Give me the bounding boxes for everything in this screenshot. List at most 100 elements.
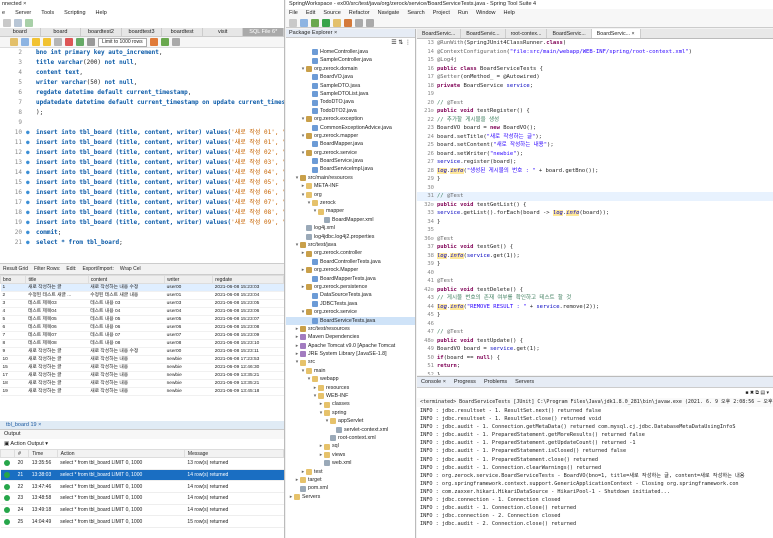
tree-item[interactable]: ▾ src/test/java bbox=[286, 241, 415, 249]
table-row[interactable]: 4 테스트 제목04 테스트 내용 04 user04 2021-06-08 15:23… bbox=[0, 307, 284, 316]
result-toolbar-item[interactable]: Export/Import: bbox=[82, 266, 113, 272]
explain-icon[interactable] bbox=[54, 38, 62, 46]
open-type-icon[interactable] bbox=[333, 18, 341, 27]
tree-item[interactable]: pom.xml bbox=[286, 484, 415, 492]
result-toolbar-item[interactable]: Wrap Cel bbox=[120, 266, 141, 272]
menu-item[interactable]: Refactor bbox=[349, 9, 370, 18]
tree-item[interactable]: ▸ Maven Dependencies bbox=[286, 333, 415, 341]
tree-item[interactable]: HomeController.java bbox=[286, 48, 415, 56]
tree-item[interactable]: ▾ org.zerock.exception bbox=[286, 115, 415, 123]
menu-item[interactable]: Scripting bbox=[64, 9, 85, 18]
table-row[interactable]: 18 새로 작성하는 글 새로 작성하는 내용 newbie 2021-06-09 13… bbox=[0, 379, 284, 388]
menu-item[interactable]: Navigate bbox=[378, 9, 400, 18]
grid-column-header[interactable]: regdate bbox=[212, 275, 284, 284]
table-row[interactable]: 25 14:04:49 select * from tbl_board LIMIT … bbox=[0, 515, 284, 529]
menu-item[interactable]: Tools bbox=[41, 9, 54, 18]
table-row[interactable]: 21 13:38:03 select * from tbl_board LIMIT … bbox=[0, 469, 284, 482]
table-row[interactable]: 10 새로 작성하는 글 새로 작성하는 내용 newbie 2021-06-08 17… bbox=[0, 355, 284, 364]
tree-item[interactable]: ▸ views bbox=[286, 451, 415, 459]
execute-icon[interactable] bbox=[32, 38, 40, 46]
rollback-icon[interactable] bbox=[87, 38, 95, 46]
menu-item[interactable]: Help bbox=[96, 9, 107, 18]
tree-item[interactable]: ▸ Servers bbox=[286, 493, 415, 501]
menu-item[interactable]: Source bbox=[323, 9, 340, 18]
menu-item[interactable]: e bbox=[2, 9, 5, 18]
tree-item[interactable]: ▾ main bbox=[286, 367, 415, 375]
tree-item[interactable]: ▾ src bbox=[286, 358, 415, 366]
tree-item[interactable]: BoardService.java bbox=[286, 157, 415, 165]
editor-tab[interactable]: BoardServic... bbox=[461, 29, 506, 38]
grid-column-header[interactable]: writer bbox=[164, 275, 214, 284]
tree-item[interactable]: ▸ Apache Tomcat v9.0 [Apache Tomcat bbox=[286, 342, 415, 350]
editor-tab[interactable]: BoardServic... bbox=[417, 29, 462, 38]
tree-item[interactable]: ▸ JRE System Library [JavaSE-1.8] bbox=[286, 350, 415, 358]
tree-item[interactable]: BoardServiceTests.java bbox=[286, 316, 415, 325]
console-tab[interactable]: Servers bbox=[515, 377, 534, 387]
tree-item[interactable]: BoardServiceImpl.java bbox=[286, 165, 415, 173]
find-icon[interactable] bbox=[160, 38, 169, 46]
tree-item[interactable]: ▸ META-INF bbox=[286, 182, 415, 190]
tree-item[interactable]: BoardVO.java bbox=[286, 73, 415, 81]
beautify-icon[interactable] bbox=[149, 38, 158, 46]
table-row[interactable]: 17 새로 작성하는 글 새로 작성하는 내용 newbie 2021-06-09 13… bbox=[0, 371, 284, 380]
menu-item[interactable]: Project bbox=[433, 9, 450, 18]
result-toolbar-item[interactable]: Filter Rows: bbox=[34, 266, 60, 272]
menu-item[interactable]: File bbox=[289, 9, 298, 18]
tree-item[interactable]: ▾ spring bbox=[286, 409, 415, 417]
table-row[interactable]: 6 테스트 제목06 테스트 내용 06 user06 2021-06-08 15:23… bbox=[0, 323, 284, 332]
tree-item[interactable]: BoardControllerTests.java bbox=[286, 258, 415, 266]
table-row[interactable]: 9 새로 작성하는 글 새로 작성하는 내용 수정 user00 2021-06-08 … bbox=[0, 347, 284, 356]
forward-icon[interactable] bbox=[366, 18, 374, 27]
editor-tab[interactable]: BoardServic... bbox=[547, 29, 592, 38]
tree-item[interactable]: TodoDTO2.java bbox=[286, 107, 415, 115]
debug-icon[interactable] bbox=[311, 18, 319, 27]
menu-item[interactable]: Server bbox=[15, 9, 31, 18]
tree-item[interactable]: ▸ src/test/resources bbox=[286, 325, 415, 333]
tree-item[interactable]: ▾ org.zerock.domain bbox=[286, 65, 415, 73]
output-select[interactable]: ▣ Action Output ▾ bbox=[0, 439, 284, 449]
console-tab[interactable]: Progress bbox=[454, 377, 476, 387]
editor-tab[interactable]: board bbox=[41, 28, 82, 36]
tree-item[interactable]: BoardMapper.xml bbox=[286, 216, 415, 224]
save-icon[interactable] bbox=[300, 18, 308, 27]
stop-icon[interactable] bbox=[65, 38, 73, 46]
tree-item[interactable]: SampleDTOList.java bbox=[286, 90, 415, 98]
table-row[interactable]: 20 13:35:56 select * from tbl_board LIMIT … bbox=[0, 457, 284, 470]
tree-item[interactable]: ▸ org.zerock.persistence bbox=[286, 283, 415, 291]
tree-item[interactable]: ▾ org bbox=[286, 191, 415, 199]
table-row[interactable]: 23 13:48:58 select * from tbl_board LIMIT … bbox=[0, 492, 284, 505]
table-row[interactable]: 15 새로 작성하는 글 새로 작성하는 내용 newbie 2021-06-09 12… bbox=[0, 363, 284, 372]
tree-item[interactable]: ▸ org.zerock.controller bbox=[286, 249, 415, 257]
table-row[interactable]: 22 13:47:46 select * from tbl_board LIMIT … bbox=[0, 480, 284, 494]
editor-tab[interactable]: board bbox=[0, 28, 41, 36]
tree-item[interactable]: ▾ org.zerock.service bbox=[286, 308, 415, 316]
project-tree[interactable]: HomeController.java SampleController.java… bbox=[286, 48, 415, 501]
table-row[interactable]: 1 새로 작성하는 글 새로 작성하는 내용 수정 user00 2021-06-08 … bbox=[0, 283, 284, 292]
tree-item[interactable]: log4jdbc.log4j2.properties bbox=[286, 233, 415, 241]
result-toolbar-item[interactable]: Result Grid bbox=[3, 266, 28, 272]
search-icon[interactable] bbox=[344, 18, 352, 27]
back-icon[interactable] bbox=[355, 18, 363, 27]
tree-item[interactable]: ▸ test bbox=[286, 468, 415, 476]
tree-item[interactable]: SampleDTO.java bbox=[286, 82, 415, 90]
limit-rows-select[interactable]: Limit to 1000 rows bbox=[98, 37, 147, 47]
tree-item[interactable]: DataSourceTests.java bbox=[286, 291, 415, 299]
tree-item[interactable]: TodoDTO.java bbox=[286, 98, 415, 106]
menu-item[interactable]: Edit bbox=[306, 9, 315, 18]
tree-item[interactable]: ▾ zerock bbox=[286, 199, 415, 207]
editor-tab[interactable]: BoardServic... × bbox=[591, 29, 641, 38]
java-editor[interactable]: 13 @RunWith(SpringJUnit4ClassRunner.class… bbox=[417, 39, 773, 375]
open-icon[interactable] bbox=[10, 38, 18, 46]
table-row[interactable]: 19 새로 작성하는 글 새로 작성하는 내용 newbie 2021-06-09 13… bbox=[0, 387, 284, 396]
result-toolbar-item[interactable]: Edit: bbox=[66, 266, 76, 272]
result-grid[interactable]: bno title content writer regdate 1 새로 작성하는 글새… bbox=[0, 275, 284, 421]
tree-item[interactable]: web.xml bbox=[286, 459, 415, 467]
table-row[interactable]: 5 테스트 제목05 테스트 내용 05 user05 2021-06-08 15:23… bbox=[0, 315, 284, 324]
console-toolbar[interactable]: ■ ✖ ⧉ ▤ ▾ bbox=[417, 388, 773, 398]
menu-item[interactable]: Run bbox=[458, 9, 468, 18]
result-tab[interactable]: tbl_board 19 × bbox=[0, 421, 284, 430]
editor-tab[interactable]: visit bbox=[203, 28, 244, 36]
grid-column-header[interactable]: content bbox=[87, 275, 166, 284]
tree-item[interactable]: ▾ WEB-INF bbox=[286, 392, 415, 400]
console-tab[interactable]: Console × bbox=[421, 377, 446, 387]
